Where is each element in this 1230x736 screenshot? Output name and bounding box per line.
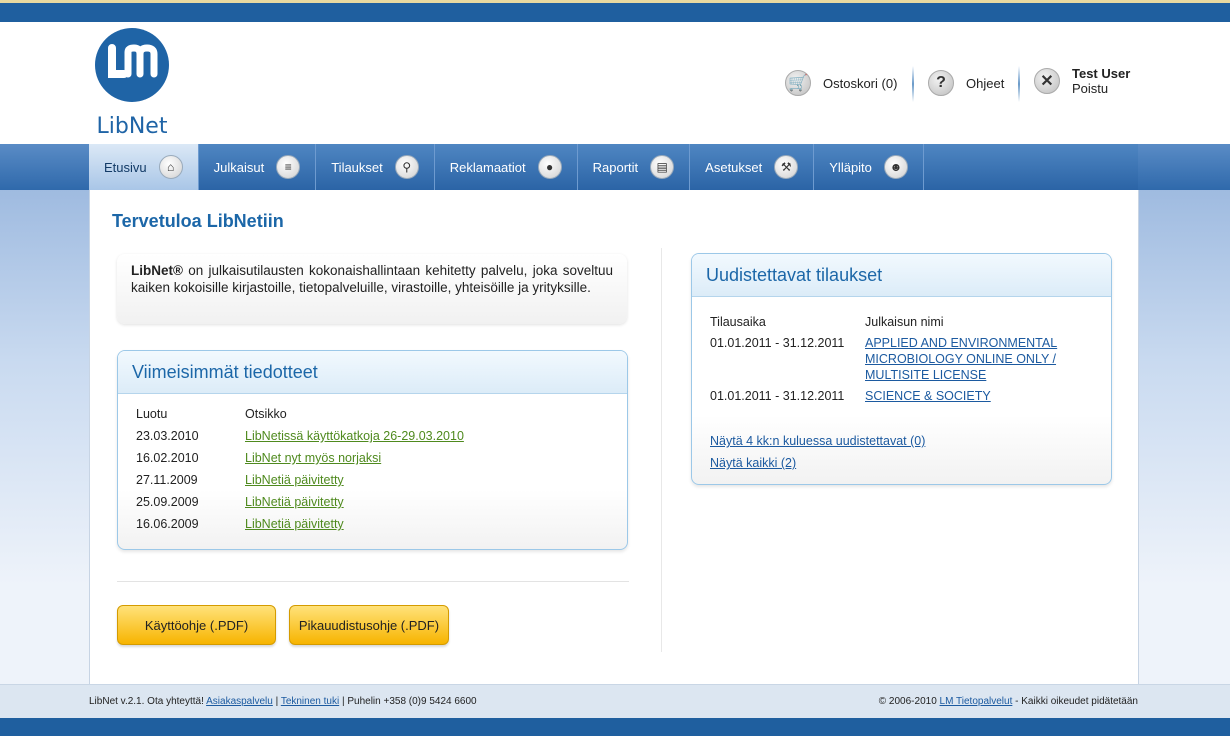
column-header: Tilausaika [710, 315, 766, 329]
table-row: 23.03.2010 LibNetissä käyttökatkoja 26-2… [136, 429, 464, 451]
show-all-link[interactable]: Näytä kaikki (2) [710, 456, 796, 470]
footer-version: LibNet v.2.1. Ota yhteyttä! [89, 696, 207, 707]
help-icon: ? [928, 70, 954, 96]
wrench-icon: ⚒ [774, 155, 799, 179]
quick-renew-pdf-button[interactable]: Pikauudistusohje (.PDF) [289, 605, 449, 645]
footer-left: LibNet v.2.1. Ota yhteyttä! Asiakaspalve… [89, 696, 477, 707]
intro-text: on julkaisutilausten kokonaishallintaan … [131, 263, 613, 295]
news-date: 16.06.2009 [136, 517, 199, 531]
user-name: Test User [1072, 66, 1131, 81]
nav-label: Julkaisut [213, 159, 265, 175]
manual-pdf-button[interactable]: Käyttöohje (.PDF) [117, 605, 276, 645]
customer-service-link[interactable]: Asiakaspalvelu [206, 696, 273, 707]
publication-link[interactable]: APPLIED AND ENVIRONMENTAL MICROBIOLOGY O… [865, 336, 1057, 382]
nav-bar: Etusivu ⌂ Julkaisut ≡ Tilaukset ⚲ Reklam… [0, 144, 1230, 190]
tech-support-link[interactable]: Tekninen tuki [281, 696, 339, 707]
nav-item-yllapito[interactable]: Ylläpito ☻ [814, 144, 924, 190]
main-nav: Etusivu ⌂ Julkaisut ≡ Tilaukset ⚲ Reklam… [89, 144, 1138, 190]
help-label: Ohjeet [966, 75, 1005, 91]
help-link[interactable]: ? Ohjeet [928, 70, 1004, 96]
footer-phone: | Puhelin +358 (0)9 5424 6600 [339, 696, 477, 707]
column-header: Julkaisun nimi [865, 315, 944, 329]
top-bar [0, 0, 1230, 22]
news-panel-title: Viimeisimmät tiedotteet [118, 351, 627, 394]
renewals-panel-title: Uudistettavat tilaukset [692, 254, 1111, 297]
users-icon: ☻ [883, 155, 908, 179]
intro-brand: LibNet® [131, 263, 183, 278]
news-panel: Viimeisimmät tiedotteet Luotu Otsikko 23… [117, 350, 628, 550]
news-date: 27.11.2009 [136, 473, 198, 487]
news-link[interactable]: LibNetiä päivitetty [245, 473, 344, 487]
nav-label: Asetukset [705, 159, 763, 175]
table-row: 16.02.2010 LibNet nyt myös norjaksi [136, 451, 464, 473]
nav-item-asetukset[interactable]: Asetukset ⚒ [690, 144, 815, 190]
footer: LibNet v.2.1. Ota yhteyttä! Asiakaspalve… [0, 684, 1230, 718]
table-header-row: Luotu Otsikko [136, 407, 464, 429]
table-row: 01.01.2011 - 31.12.2011 APPLIED AND ENVI… [710, 335, 1075, 388]
news-table: Luotu Otsikko 23.03.2010 LibNetissä käyt… [136, 407, 464, 539]
stack-icon: ≡ [276, 155, 301, 179]
logout-label[interactable]: Poistu [1072, 81, 1130, 96]
renewal-period: 01.01.2011 - 31.12.2011 [710, 336, 845, 350]
main-content: Tervetuloa LibNetiin LibNet® on julkaisu… [89, 190, 1139, 686]
nav-label: Tilaukset [331, 159, 383, 175]
header-divider [912, 66, 914, 102]
renewals-table: Tilausaika Julkaisun nimi 01.01.2011 - 3… [710, 314, 1075, 409]
nav-label: Etusivu [104, 159, 147, 175]
renewal-period: 01.01.2011 - 31.12.2011 [710, 389, 845, 403]
table-row: 16.06.2009 LibNetiä päivitetty [136, 517, 464, 539]
renewals-panel: Uudistettavat tilaukset Tilausaika Julka… [691, 253, 1112, 485]
news-link[interactable]: LibNetiä päivitetty [245, 495, 344, 509]
news-link[interactable]: LibNet nyt myös norjaksi [245, 451, 381, 465]
cart-link[interactable]: 🛒 Ostoskori (0) [785, 70, 897, 96]
news-link[interactable]: LibNetissä käyttökatkoja 26-29.03.2010 [245, 429, 464, 443]
intro-box: LibNet® on julkaisutilausten kokonaishal… [117, 254, 627, 324]
search-icon: ⚲ [394, 155, 419, 179]
speech-bubble-icon: ● [537, 155, 562, 179]
column-divider [661, 248, 662, 652]
show-4-months-link[interactable]: Näytä 4 kk:n kuluessa uudistettavat (0) [710, 434, 925, 448]
document-icon: ▤ [650, 155, 675, 179]
header-divider [1018, 66, 1020, 102]
page-title: Tervetuloa LibNetiin [112, 211, 284, 231]
logout-link[interactable]: ✕ Test User Poistu [1034, 66, 1130, 96]
news-date: 25.09.2009 [136, 495, 199, 509]
svg-text:LibNet: LibNet [97, 114, 168, 139]
user-block: Test User Poistu [1072, 66, 1130, 96]
publication-link[interactable]: SCIENCE & SOCIETY [865, 389, 991, 403]
divider [117, 581, 629, 582]
table-row: 01.01.2011 - 31.12.2011 SCIENCE & SOCIET… [710, 388, 1075, 409]
nav-item-tilaukset[interactable]: Tilaukset ⚲ [316, 144, 435, 190]
nav-item-reklamaatiot[interactable]: Reklamaatiot ● [435, 144, 578, 190]
news-date: 23.03.2010 [136, 429, 199, 443]
close-icon: ✕ [1034, 68, 1060, 94]
table-row: 25.09.2009 LibNetiä päivitetty [136, 495, 464, 517]
nav-item-julkaisut[interactable]: Julkaisut ≡ [199, 144, 317, 190]
cart-label: Ostoskori (0) [823, 75, 898, 91]
footer-separator: | [272, 696, 281, 707]
libnet-logo[interactable]: LibNet [92, 28, 174, 140]
nav-item-etusivu[interactable]: Etusivu ⌂ [89, 144, 199, 190]
table-row: 27.11.2009 LibNetiä päivitetty [136, 473, 464, 495]
nav-label: Reklamaatiot [449, 159, 526, 175]
table-header-row: Tilausaika Julkaisun nimi [710, 314, 1075, 335]
footer-rights: - Kaikki oikeudet pidätetään [1012, 696, 1138, 707]
bottom-bar [0, 718, 1230, 736]
footer-right: © 2006-2010 LM Tietopalvelut - Kaikki oi… [879, 696, 1138, 707]
cart-icon: 🛒 [785, 70, 811, 96]
header: LibNet 🛒 Ostoskori (0) ? Ohjeet ✕ Test U… [0, 22, 1230, 144]
nav-label: Raportit [592, 159, 639, 175]
footer-copyright: © 2006-2010 [878, 696, 940, 707]
nav-label: Ylläpito [829, 159, 872, 175]
company-link[interactable]: LM Tietopalvelut [940, 696, 1013, 707]
news-date: 16.02.2010 [136, 451, 199, 465]
nav-item-raportit[interactable]: Raportit ▤ [578, 144, 691, 190]
home-icon: ⌂ [158, 155, 183, 179]
news-link[interactable]: LibNetiä päivitetty [245, 517, 344, 531]
column-header: Luotu [136, 407, 168, 421]
column-header: Otsikko [245, 407, 287, 421]
